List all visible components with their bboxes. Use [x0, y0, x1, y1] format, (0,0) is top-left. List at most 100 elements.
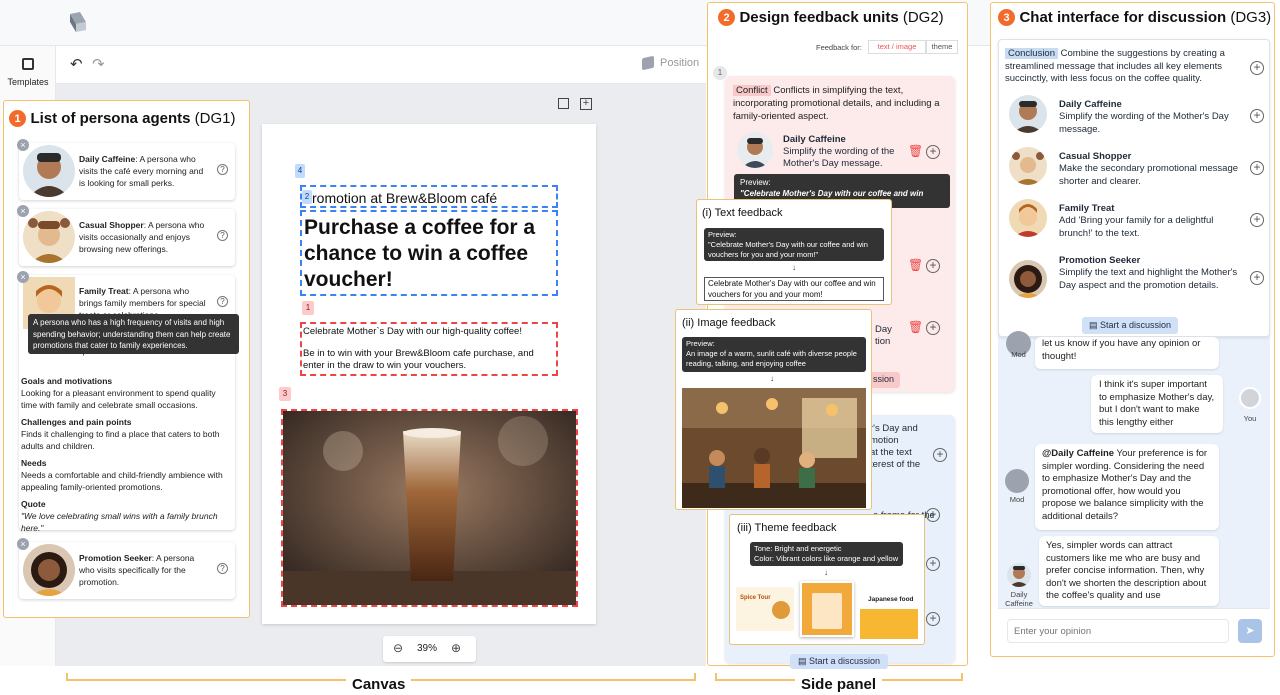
headline-box[interactable]: Purchase a coffee for a chance to win a …: [300, 210, 558, 296]
item-name: Casual Shopper: [1059, 151, 1132, 162]
user-message: I think it's super important to emphasiz…: [1091, 375, 1223, 433]
add-icon-3[interactable]: +: [926, 321, 940, 335]
image-preview-tooltip: Preview: An image of a warm, sunlit café…: [682, 337, 866, 372]
send-icon[interactable]: ➤: [1238, 619, 1262, 643]
add-icon-2[interactable]: +: [926, 259, 940, 273]
theme-feedback-callout: (iii) Theme feedback Tone: Bright and en…: [729, 514, 925, 645]
mod-avatar: [1005, 469, 1029, 493]
text-feedback-title: (i) Text feedback: [702, 207, 783, 219]
add-icon[interactable]: +: [926, 145, 940, 159]
remove-persona-icon[interactable]: ×: [17, 271, 29, 283]
add-page-icon[interactable]: +: [580, 98, 592, 110]
add-icon[interactable]: +: [1250, 61, 1264, 75]
templates-label[interactable]: Templates: [0, 77, 56, 87]
persona-avatar: [23, 211, 75, 263]
theme-thumb-1[interactable]: Spice Tour: [736, 587, 794, 631]
chat-avatar-casual-shopper: [1009, 147, 1047, 185]
daily-caffeine-chat-avatar: [1007, 563, 1031, 587]
partial-text-tion: tion: [875, 336, 891, 347]
remove-persona-icon[interactable]: ×: [17, 538, 29, 550]
persona-panel-title: List of persona agents (DG1): [30, 110, 236, 127]
persona-panel: 1 List of persona agents (DG1) Daily Caf…: [3, 100, 250, 618]
unit-persona-name: Daily Caffeine: [783, 134, 846, 145]
item-text: Simplify the text and highlight the Moth…: [1059, 267, 1238, 291]
subtitle-box[interactable]: romotion at Brew&Bloom café: [300, 185, 558, 208]
add-icon[interactable]: +: [1250, 109, 1264, 123]
conclusion-tag: Conclusion: [1005, 48, 1058, 59]
start-discussion-button-bottom[interactable]: ▤ Start a discussion: [790, 654, 889, 669]
item-name: Promotion Seeker: [1059, 255, 1141, 266]
theme-preview-tooltip: Tone: Bright and energetic Color: Vibran…: [750, 542, 903, 566]
persona-panel-number: 1: [9, 110, 26, 128]
conflict-tag: Conflict: [733, 85, 771, 96]
poster-body2: Be in to win with your Brew&Bloom cafe p…: [303, 348, 534, 371]
persona-details: Goals and motivations Looking for a plea…: [21, 376, 223, 533]
add-icon[interactable]: +: [1250, 213, 1264, 227]
text-preview-tooltip: Preview: "Celebrate Mother's Day with ou…: [704, 228, 884, 261]
conflict-line: Conflict Conflicts in simplifying the te…: [733, 84, 947, 123]
zoom-out-icon[interactable]: ⊖: [393, 641, 403, 655]
body-text-box[interactable]: Celebrate Mother`s Day with our high-qua…: [300, 322, 558, 376]
conclusion-line: Conclusion Combine the suggestions by cr…: [1005, 48, 1237, 86]
element-badge-1: 1: [302, 301, 314, 315]
undo-icon[interactable]: ↶: [70, 55, 83, 73]
add-icon[interactable]: +: [1250, 161, 1264, 175]
persona-card[interactable]: Casual Shopper: A persona who visits occ…: [19, 209, 235, 266]
arrow-down-icon: ↓: [792, 263, 796, 272]
info-icon[interactable]: ?: [217, 164, 228, 175]
chat-avatar-daily-caffeine: [1009, 95, 1047, 133]
chat-avatar-promotion-seeker: [1009, 260, 1047, 298]
partial-lines: r's Day and motion at the text terest of…: [870, 423, 921, 470]
trash-icon-2[interactable]: 🗑: [908, 258, 923, 272]
info-icon[interactable]: ?: [217, 563, 228, 574]
feedback-for-label: Feedback for:: [816, 43, 862, 52]
item-text: Simplify the wording of the Mother's Day…: [1059, 111, 1229, 135]
add-icon-7[interactable]: +: [926, 612, 940, 626]
mod-message-1: let us know if you have any opinion or t…: [1035, 337, 1219, 369]
chat-input-bar: ➤: [998, 608, 1270, 653]
remove-persona-icon[interactable]: ×: [17, 139, 29, 151]
canvas-label: Canvas: [346, 676, 412, 693]
chat-panel-title: Chat interface for discussion (DG3): [1019, 9, 1272, 26]
filter-theme[interactable]: theme: [926, 40, 958, 54]
add-icon-6[interactable]: +: [926, 557, 940, 571]
theme-feedback-title: (iii) Theme feedback: [737, 522, 837, 534]
persona-card[interactable]: Daily Caffeine: A persona who visits the…: [19, 143, 235, 200]
remove-persona-icon[interactable]: ×: [17, 205, 29, 217]
iced-coffee-image: [283, 411, 576, 605]
filter-text-image[interactable]: text / image: [868, 40, 926, 54]
duplicate-icon[interactable]: [558, 98, 569, 109]
chat-panel: 3 Chat interface for discussion (DG3) Co…: [990, 2, 1275, 657]
partial-text-day: Day: [875, 324, 892, 335]
layers-icon[interactable]: [642, 55, 654, 71]
image-feedback-callout: (ii) Image feedback Preview: An image of…: [675, 309, 872, 510]
persona-avatar: [23, 544, 75, 596]
persona-desc: Daily Caffeine: A persona who visits the…: [79, 154, 204, 188]
add-icon[interactable]: +: [1250, 271, 1264, 285]
info-icon[interactable]: ?: [217, 296, 228, 307]
theme-thumb-2[interactable]: [800, 581, 854, 637]
persona-card[interactable]: Promotion Seeker: A persona who visits s…: [19, 542, 235, 599]
info-icon[interactable]: ?: [217, 230, 228, 241]
chat-input[interactable]: [1007, 619, 1229, 643]
feedback-panel-title: Design feedback units (DG2): [739, 9, 944, 26]
user-avatar: [1239, 387, 1261, 409]
add-icon-4[interactable]: +: [933, 448, 947, 462]
position-button[interactable]: Position: [660, 57, 699, 69]
add-icon-5[interactable]: +: [926, 508, 940, 522]
element-badge-3: 3: [279, 387, 291, 401]
theme-thumb-3[interactable]: Japanese food: [860, 587, 918, 639]
persona-panel-header: 1 List of persona agents (DG1): [9, 110, 236, 128]
zoom-control: ⊖ 39% ⊕: [383, 636, 476, 662]
start-discussion-button[interactable]: ▤ Start a discussion: [1082, 317, 1179, 334]
templates-icon[interactable]: [22, 58, 34, 70]
zoom-in-icon[interactable]: ⊕: [451, 641, 461, 655]
poster-image-box[interactable]: [281, 409, 578, 607]
trash-icon[interactable]: 🗑: [908, 144, 923, 158]
persona-tooltip: A persona who has a high frequency of vi…: [28, 314, 239, 354]
daily-caffeine-avatar: [737, 132, 773, 168]
mod-label: Mod: [1011, 350, 1026, 359]
poster-body1: Celebrate Mother`s Day with our high-qua…: [303, 326, 522, 337]
trash-icon-3[interactable]: 🗑: [908, 320, 923, 334]
redo-icon[interactable]: ↷: [92, 55, 105, 73]
